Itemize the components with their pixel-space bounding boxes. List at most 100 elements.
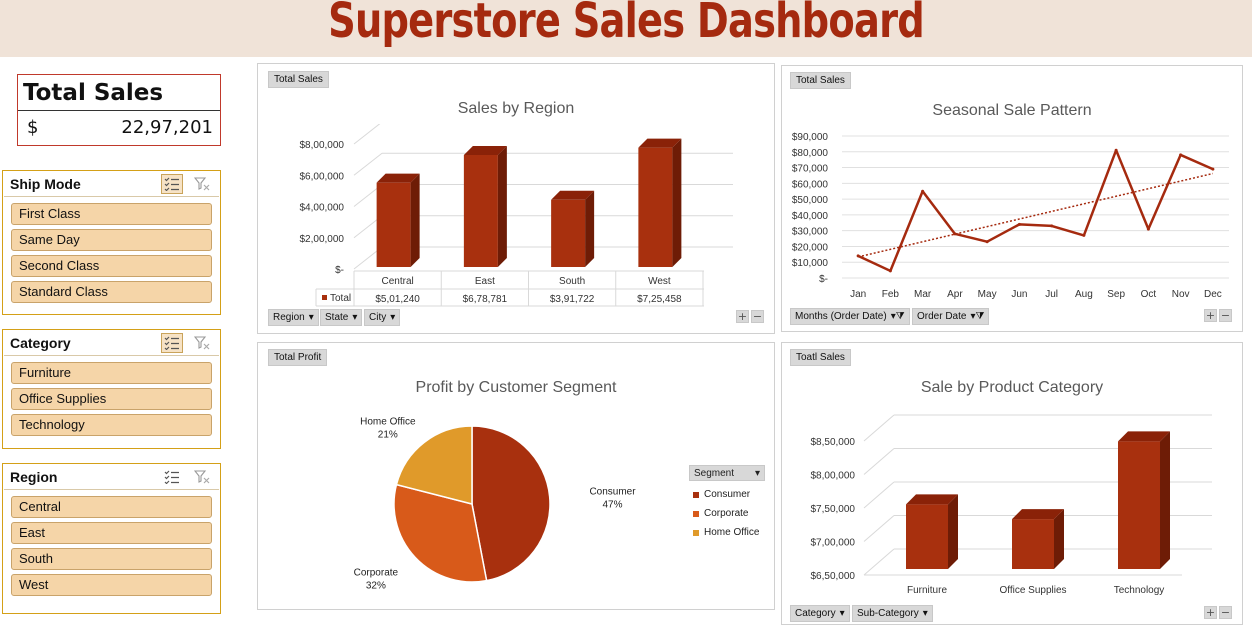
slicer-item-south[interactable]: South <box>11 548 212 570</box>
field-label: Order Date <box>917 311 967 322</box>
category-field-button[interactable]: Category ▾ <box>790 605 850 622</box>
y-tick-label: $- <box>335 265 344 276</box>
months-field-button[interactable]: Months (Order Date) ▾⧩ <box>790 308 910 325</box>
expand-collapse: + − <box>736 310 764 323</box>
x-tick-label: Dec <box>1204 289 1222 300</box>
slice-value-label: 47% <box>603 500 623 511</box>
dropdown-icon: ▾ <box>839 608 845 619</box>
order-date-field-button[interactable]: Order Date ▾⧩ <box>912 308 990 325</box>
slice-label: Consumer <box>589 487 636 498</box>
gridline-depth <box>353 124 381 145</box>
x-tick-label: West <box>648 276 671 287</box>
x-tick-label: Central <box>382 276 414 287</box>
y-tick-label: $6,50,000 <box>811 571 856 582</box>
slicer-item-second-class[interactable]: Second Class <box>11 255 212 277</box>
slicer-item-standard-class[interactable]: Standard Class <box>11 281 212 303</box>
expand-button[interactable]: + <box>1204 309 1217 322</box>
dropdown-icon: ▾ <box>390 312 396 323</box>
expand-button[interactable]: + <box>1204 606 1217 619</box>
legend-label: Corporate <box>704 508 749 519</box>
dropdown-icon: ▾ <box>352 312 358 323</box>
dropdown-icon: ▾ <box>308 312 314 323</box>
multi-select-icon[interactable] <box>161 332 183 353</box>
data-point <box>1211 167 1215 171</box>
kpi-value: 22,97,201 <box>121 117 213 138</box>
clear-filter-icon[interactable] <box>191 174 213 194</box>
value-field-tag[interactable]: Total Sales <box>790 72 851 89</box>
slice-value-label: 32% <box>366 580 386 591</box>
pie-slice-consumer <box>471 425 551 582</box>
field-label: Category <box>795 608 836 619</box>
value-field-tag[interactable]: Total Sales <box>268 71 329 88</box>
x-tick-label: May <box>978 289 997 300</box>
value-field-tag[interactable]: Toatl Sales <box>790 349 851 366</box>
slicer-title: Ship Mode <box>10 175 81 192</box>
bar-side <box>1160 431 1170 569</box>
dropdown-icon: ▾ <box>754 467 760 479</box>
slicer-title: Region <box>10 468 58 485</box>
collapse-button[interactable]: − <box>1219 606 1232 619</box>
city-field-button[interactable]: City ▾ <box>364 309 401 326</box>
data-point <box>1114 148 1118 152</box>
multi-select-icon[interactable] <box>161 173 183 194</box>
legend-swatch <box>693 491 699 498</box>
dropdown-icon: ▾ <box>922 608 928 619</box>
bar-front <box>1012 519 1054 569</box>
gridline-depth <box>863 414 895 442</box>
field-label: Sub-Category <box>857 608 919 619</box>
region-field-button[interactable]: Region ▾ <box>268 309 319 326</box>
x-tick-label: Oct <box>1141 289 1157 300</box>
bar-office-supplies <box>1012 509 1064 569</box>
gridline-depth <box>863 448 895 475</box>
bar-east <box>463 145 507 267</box>
slicer-item-central[interactable]: Central <box>11 496 212 518</box>
clear-filter-icon[interactable] <box>191 333 213 353</box>
y-tick-label: $7,00,000 <box>811 538 856 549</box>
product-category-panel: Toatl Sales Sale by Product Category $6,… <box>781 342 1243 625</box>
multi-select-icon[interactable] <box>161 467 183 487</box>
slice-label: Home Office <box>360 416 416 427</box>
state-field-button[interactable]: State ▾ <box>320 309 363 326</box>
x-tick-label: South <box>559 276 585 287</box>
dashboard-title: Superstore Sales Dashboard <box>328 0 925 49</box>
category-slicer: Category Furniture Office Supplies Techn… <box>2 329 221 449</box>
x-tick-label: Jan <box>850 289 866 300</box>
slicer-item-technology[interactable]: Technology <box>11 414 212 436</box>
slicer-item-furniture[interactable]: Furniture <box>11 362 212 384</box>
chart-title: Profit by Customer Segment <box>415 379 617 396</box>
bar-side <box>410 173 420 267</box>
legend-filter-button[interactable]: Segment ▾ <box>689 465 765 481</box>
gridline-depth <box>863 548 895 576</box>
slicer-item-first-class[interactable]: First Class <box>11 203 212 225</box>
data-point <box>1050 224 1054 228</box>
expand-button[interactable]: + <box>736 310 749 323</box>
slicer-item-west[interactable]: West <box>11 574 212 596</box>
collapse-button[interactable]: − <box>751 310 764 323</box>
region-slicer: Region Central East South West <box>2 463 221 614</box>
kpi-title: Total Sales <box>18 75 220 111</box>
slicer-item-east[interactable]: East <box>11 522 212 544</box>
sub-category-field-button[interactable]: Sub-Category ▾ <box>852 605 933 622</box>
bar-front <box>376 182 411 267</box>
bar-side <box>1054 509 1064 569</box>
clear-filter-icon[interactable] <box>191 467 213 487</box>
slicer-item-same-day[interactable]: Same Day <box>11 229 212 251</box>
data-label: $6,78,781 <box>463 294 508 305</box>
x-tick-label: Jun <box>1011 289 1027 300</box>
bar-south <box>551 190 595 267</box>
expand-collapse: + − <box>1204 606 1232 619</box>
collapse-button[interactable]: − <box>1219 309 1232 322</box>
bar-technology <box>1118 431 1170 569</box>
y-tick-label: $4,00,000 <box>300 203 345 214</box>
data-point <box>1179 153 1183 157</box>
field-label: State <box>325 312 349 323</box>
data-label: $7,25,458 <box>637 294 682 305</box>
y-tick-label: $50,000 <box>792 195 829 206</box>
bar-central <box>376 173 420 267</box>
value-field-tag[interactable]: Total Profit <box>268 349 328 366</box>
bar-side <box>497 145 507 267</box>
slicer-item-office-supplies[interactable]: Office Supplies <box>11 388 212 410</box>
y-tick-label: $20,000 <box>792 242 829 253</box>
bar-front <box>551 199 586 267</box>
seasonal-sale-panel: Total Sales Seasonal Sale Pattern $- $10,… <box>781 65 1243 332</box>
